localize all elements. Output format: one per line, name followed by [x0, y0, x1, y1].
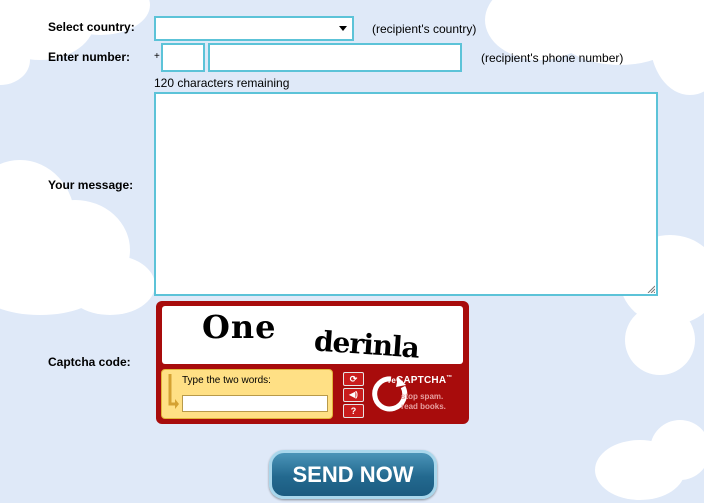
captcha-prompt: Type the two words: [182, 375, 271, 386]
help-button[interactable]: ? [343, 404, 364, 418]
message-label: Your message: [48, 178, 134, 192]
number-hint: (recipient's phone number) [481, 51, 624, 65]
arrow-icon [168, 374, 179, 409]
country-label: Select country: [48, 20, 135, 34]
audio-icon: ◀) [349, 390, 358, 399]
help-icon: ? [350, 406, 357, 416]
plus-sign: + [154, 51, 160, 62]
send-now-button[interactable]: SEND NOW [269, 450, 437, 499]
audio-button[interactable]: ◀) [343, 388, 364, 402]
resize-grip-icon[interactable] [647, 285, 655, 293]
captcha-label: Captcha code: [48, 355, 131, 369]
chars-remaining: 120 characters remaining [154, 76, 290, 90]
recaptcha-widget: One derinla Type the two words: ⟳ ◀) ? r… [156, 301, 469, 424]
country-select[interactable] [154, 16, 354, 41]
country-hint: (recipient's country) [372, 22, 477, 36]
recaptcha-tagline-2: read books. [401, 402, 446, 411]
refresh-button[interactable]: ⟳ [343, 372, 364, 386]
phone-number-input[interactable] [208, 43, 462, 72]
chevron-down-icon [339, 26, 347, 31]
recaptcha-tagline-1: stop spam. [401, 392, 444, 401]
captcha-word-1: One [202, 308, 277, 346]
recaptcha-brand: reCAPTCHA™ [388, 375, 453, 386]
captcha-image: One derinla [162, 306, 463, 364]
refresh-icon: ⟳ [349, 374, 358, 384]
country-code-input[interactable] [161, 43, 205, 72]
captcha-response-input[interactable] [182, 395, 328, 412]
captcha-response-panel: Type the two words: [161, 369, 333, 419]
message-textarea[interactable] [154, 92, 658, 296]
number-label: Enter number: [48, 50, 131, 64]
captcha-word-2: derinla [312, 324, 420, 364]
